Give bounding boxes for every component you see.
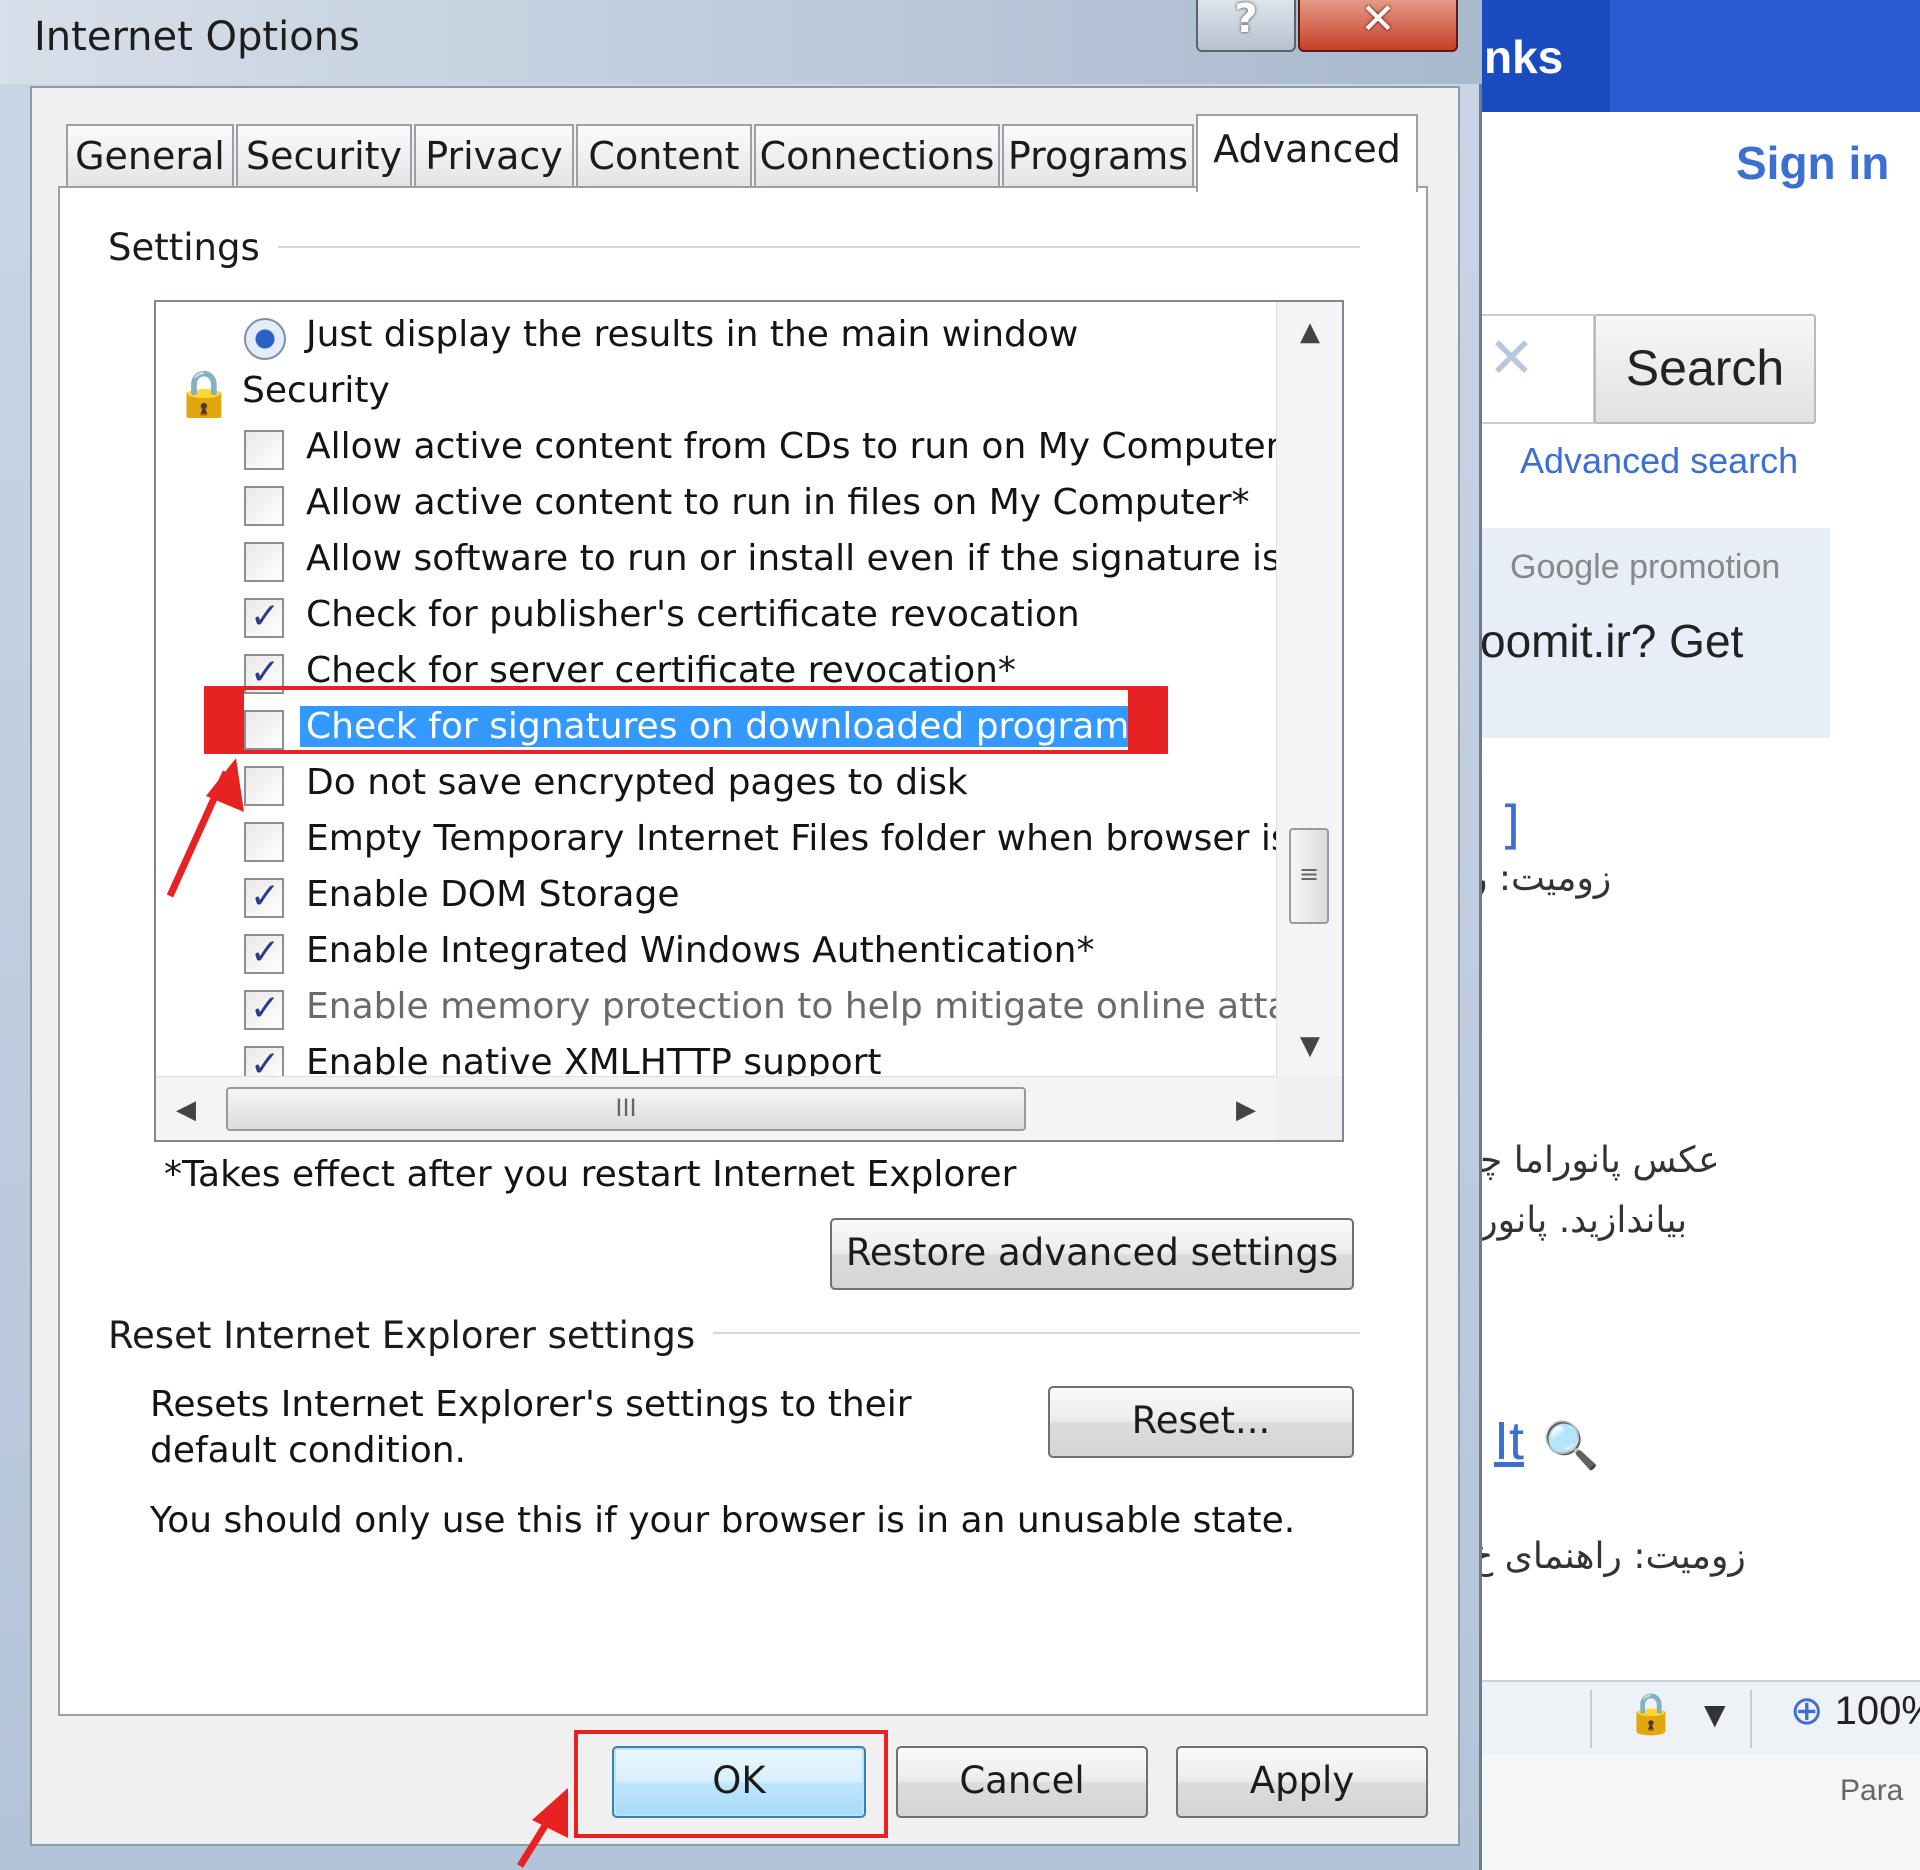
list-item-label: Just display the results in the main win… [306, 314, 1079, 355]
list-item-label: Allow software to run or install even if… [306, 538, 1276, 579]
tab-content[interactable]: Content [576, 124, 752, 188]
chevron-down-icon[interactable]: ▼ [1704, 1698, 1726, 1731]
restore-advanced-settings-button[interactable]: Restore advanced settings [830, 1218, 1354, 1290]
list-item-label: Enable memory protection to help mitigat… [306, 986, 1276, 1027]
result-snippet-3: بیاندازید. پانوراما [1480, 1200, 1688, 1241]
checkbox[interactable] [244, 766, 284, 806]
scroll-left-icon[interactable]: ◀ [156, 1077, 216, 1140]
list-item-label: Empty Temporary Internet Files folder wh… [306, 818, 1276, 859]
list-item-label: Allow active content from CDs to run on … [306, 426, 1276, 467]
zoom-value: 100% [1834, 1689, 1920, 1733]
browser-topbar: nks [1480, 0, 1920, 112]
reset-group-line [676, 1332, 1360, 1334]
list-item-label: Check for server certificate revocation* [306, 650, 1016, 691]
checkbox[interactable] [244, 486, 284, 526]
list-item[interactable]: ✓ Enable memory protection to help mitig… [156, 982, 1276, 1034]
highlight-box [204, 686, 1168, 754]
topbar-link[interactable]: nks [1484, 30, 1563, 84]
promotion-text: oomit.ir? Get [1480, 615, 1744, 667]
list-item[interactable]: Allow active content from CDs to run on … [156, 422, 1276, 474]
zoom-icon: ⊕ [1790, 1689, 1824, 1733]
zoom-level[interactable]: ⊕ 100% [1790, 1688, 1920, 1734]
checkbox[interactable]: ✓ [244, 876, 284, 918]
list-item[interactable]: Do not save encrypted pages to disk [156, 758, 1276, 810]
promotion-title: Google promotion [1510, 548, 1781, 586]
scroll-up-icon[interactable]: ▲ [1277, 302, 1342, 362]
category-label: Security [242, 370, 390, 411]
checkmark-icon: ✓ [250, 596, 281, 637]
tab-privacy[interactable]: Privacy [414, 124, 574, 188]
list-item[interactable]: ✓ Check for publisher's certificate revo… [156, 590, 1276, 642]
settings-group-line [260, 246, 1360, 248]
list-item-label: Enable DOM Storage [306, 874, 680, 915]
advanced-search-link[interactable]: Advanced search [1520, 440, 1798, 482]
apply-button[interactable]: Apply [1176, 1746, 1428, 1818]
close-button[interactable]: ✕ [1298, 0, 1458, 52]
list-item[interactable]: ✓ Enable Integrated Windows Authenticati… [156, 926, 1276, 978]
vertical-scroll-thumb[interactable]: ≡ [1289, 828, 1329, 924]
clear-search-icon[interactable]: ✕ [1488, 326, 1535, 391]
checkbox[interactable] [244, 822, 284, 862]
list-category: 🔒 Security [156, 366, 1276, 418]
reset-description: Resets Internet Explorer's settings to t… [150, 1384, 912, 1471]
reset-group-label: Reset Internet Explorer settings [108, 1314, 714, 1357]
result-link[interactable]: It [1494, 1410, 1524, 1472]
list-item[interactable]: Allow software to run or install even if… [156, 534, 1276, 586]
vertical-scrollbar[interactable]: ▲ ≡ ▼ [1276, 302, 1342, 1076]
checkmark-icon: ✓ [250, 876, 281, 917]
lock-icon: 🔒 [174, 367, 234, 418]
ok-highlight-box [574, 1730, 888, 1838]
tab-security[interactable]: Security [236, 124, 412, 188]
checkbox[interactable]: ✓ [244, 932, 284, 974]
checkmark-icon: ✓ [250, 988, 281, 1029]
scroll-down-icon[interactable]: ▼ [1277, 1016, 1342, 1076]
result-snippet-1: زومیت: را [1480, 858, 1612, 899]
list-item[interactable]: Allow active content to run in files on … [156, 478, 1276, 530]
list-item-label: Do not save encrypted pages to disk [306, 762, 968, 803]
list-item-label: Check for publisher's certificate revoca… [306, 594, 1080, 635]
reset-button[interactable]: Reset... [1048, 1386, 1354, 1458]
sign-in-link[interactable]: Sign in [1736, 136, 1889, 190]
search-button[interactable]: Search [1594, 314, 1816, 424]
list-item[interactable]: Just display the results in the main win… [156, 310, 1276, 362]
checkmark-icon: ✓ [250, 932, 281, 973]
checkbox[interactable] [244, 430, 284, 470]
result-snippet-2: عکس پانوراما چی [1480, 1140, 1720, 1181]
checkbox[interactable]: ✓ [244, 596, 284, 638]
protected-mode-icon[interactable]: 🔒 [1626, 1690, 1676, 1737]
settings-group-label: Settings [108, 226, 278, 269]
background-browser-window: nks Sign in ✕ Search Advanced search Goo… [1480, 0, 1920, 1870]
scroll-right-icon[interactable]: ▶ [1216, 1077, 1276, 1140]
horizontal-scroll-thumb[interactable]: III [226, 1087, 1026, 1131]
list-item[interactable]: ✓ Enable DOM Storage [156, 870, 1276, 922]
list-item[interactable]: Empty Temporary Internet Files folder wh… [156, 814, 1276, 866]
tab-connections[interactable]: Connections [754, 124, 1000, 188]
list-item-label: Enable Integrated Windows Authentication… [306, 930, 1095, 971]
checkbox[interactable]: ✓ [244, 988, 284, 1030]
restart-note: *Takes effect after you restart Internet… [164, 1154, 1017, 1195]
magnifier-icon: 🔍 [1542, 1418, 1600, 1472]
dialog-title: Internet Options [34, 14, 360, 60]
horizontal-scrollbar[interactable]: ◀ III ▶ [156, 1076, 1276, 1140]
list-item-label: Allow active content to run in files on … [306, 482, 1250, 523]
tab-general[interactable]: General [66, 124, 234, 188]
help-button[interactable]: ? [1196, 0, 1296, 52]
result-snippet-4: زومیت: راهنمای خ [1480, 1536, 1746, 1577]
reset-warning: You should only use this if your browser… [150, 1500, 1296, 1541]
tab-programs[interactable]: Programs [1002, 124, 1194, 188]
internet-options-dialog: Internet Options ? ✕ General Security Pr… [0, 0, 1482, 1870]
result-bracket: ] [1500, 796, 1521, 856]
tab-advanced[interactable]: Advanced [1196, 114, 1418, 192]
radio-button[interactable] [244, 318, 286, 360]
taskbar-label: Para [1840, 1774, 1904, 1807]
cancel-button[interactable]: Cancel [896, 1746, 1148, 1818]
checkbox[interactable] [244, 542, 284, 582]
